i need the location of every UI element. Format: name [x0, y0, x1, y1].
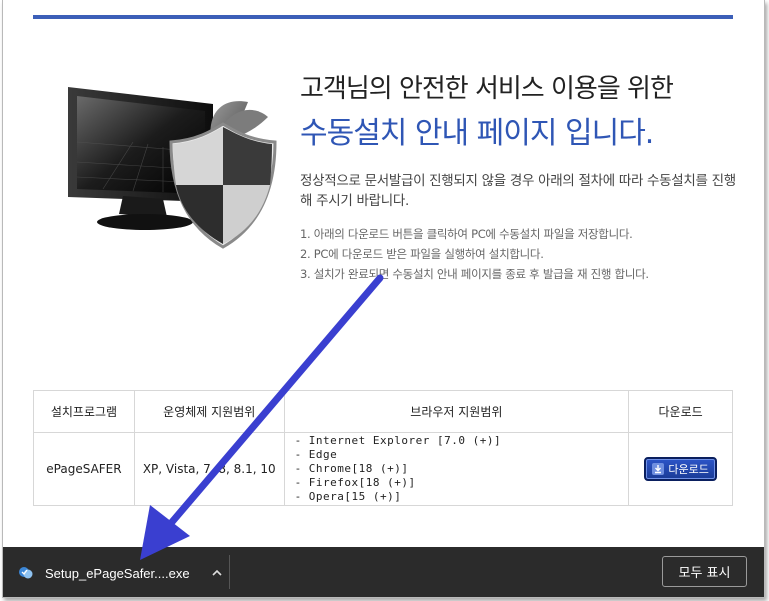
download-cell: 다운로드	[628, 432, 733, 506]
download-item[interactable]: Setup_ePageSafer....exe	[17, 559, 224, 587]
header-download: 다운로드	[628, 390, 733, 433]
intro-text: 정상적으로 문서발급이 진행되지 않을 경우 아래의 절차에 따라 수동설치를 …	[300, 173, 736, 209]
step-item: 2. PC에 다운로드 받은 파일을 실행하여 설치합니다.	[300, 247, 544, 261]
download-button-label: 다운로드	[668, 463, 709, 476]
chevron-up-icon[interactable]	[210, 566, 224, 580]
browser-support: - Internet Explorer [7.0 (+)] - Edge - C…	[283, 432, 630, 506]
table-row: ePageSAFER XP, Vista, 7, 8, 8.1, 10 - In…	[33, 432, 733, 506]
show-all-button[interactable]: 모두 표시	[662, 556, 747, 587]
program-name: ePageSAFER	[33, 432, 135, 506]
table-header-row: 설치프로그램 운영체제 지원범위 브라우저 지원범위 다운로드	[33, 390, 733, 433]
header-os: 운영체제 지원범위	[133, 390, 285, 433]
header-browsers: 브라우저 지원범위	[283, 390, 630, 433]
headline-line2: 수동설치 안내 페이지 입니다.	[300, 116, 654, 151]
download-button[interactable]: 다운로드	[644, 457, 717, 481]
monitor-shield-illustration	[68, 87, 277, 249]
browser-item: - Firefox[18 (+)]	[294, 476, 416, 489]
browser-item: - Edge	[294, 448, 338, 461]
os-support: XP, Vista, 7, 8, 8.1, 10	[133, 432, 285, 506]
browser-item: - Internet Explorer [7.0 (+)]	[294, 434, 502, 447]
download-arrow-icon	[652, 463, 665, 475]
install-table: 설치프로그램 운영체제 지원범위 브라우저 지원범위 다운로드 ePageSAF…	[33, 390, 733, 506]
setup-file-icon	[19, 567, 33, 579]
step-item: 3. 설치가 완료되면 수동설치 안내 페이지를 종료 후 발급을 재 진행 합…	[300, 267, 649, 281]
header-program: 설치프로그램	[33, 390, 135, 433]
top-accent-bar	[33, 15, 733, 19]
download-file-name: Setup_ePageSafer....exe	[45, 565, 190, 581]
headline-line1: 고객님의 안전한 서비스 이용을 위한	[300, 74, 674, 104]
browser-page: 고객님의 안전한 서비스 이용을 위한 수동설치 안내 페이지 입니다. 정상적…	[2, 0, 765, 598]
step-item: 1. 아래의 다운로드 버튼을 클릭하여 PC에 수동설치 파일을 저장합니다.	[300, 227, 633, 241]
browser-item: - Chrome[18 (+)]	[294, 462, 409, 475]
install-steps: 1. 아래의 다운로드 버튼을 클릭하여 PC에 수동설치 파일을 저장합니다.…	[300, 224, 649, 284]
download-shelf: Setup_ePageSafer....exe 모두 표시	[3, 547, 764, 597]
shelf-divider	[229, 555, 230, 589]
browser-item: - Opera[15 (+)]	[294, 490, 402, 503]
